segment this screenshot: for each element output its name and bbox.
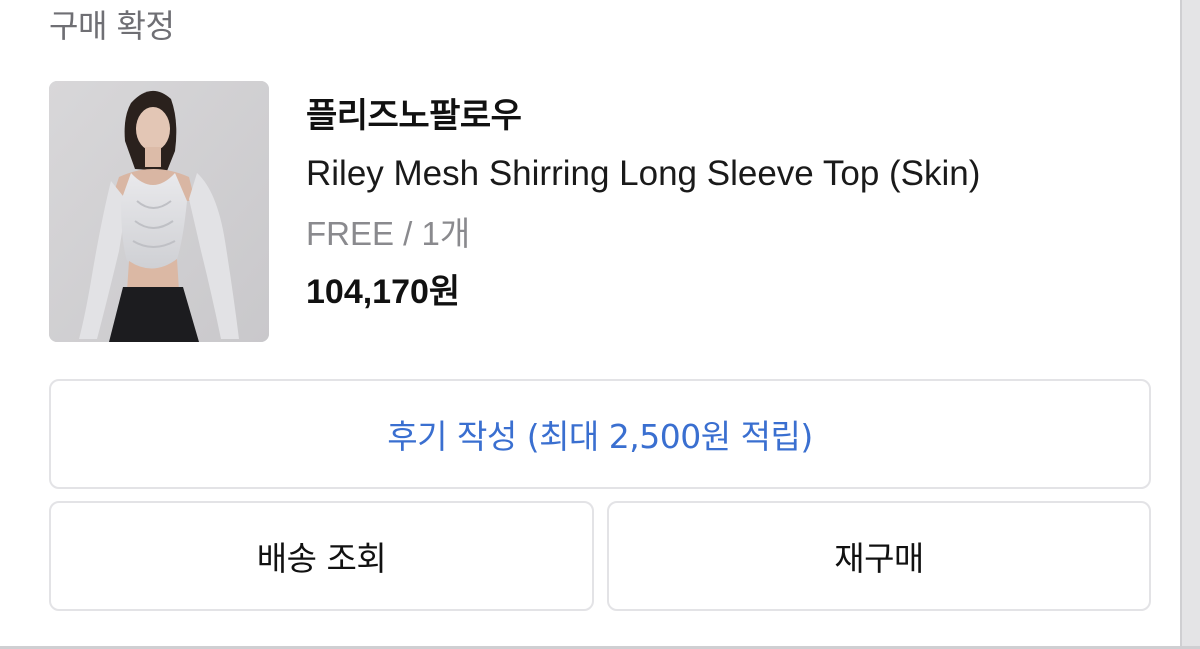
- product-info: 플리즈노팔로우 Riley Mesh Shirring Long Sleeve …: [306, 92, 980, 314]
- order-status-title: 구매 확정: [49, 7, 175, 45]
- product-thumbnail[interactable]: [49, 81, 269, 342]
- rebuy-button[interactable]: 재구매: [607, 501, 1151, 611]
- product-price: 104,170원: [306, 273, 461, 311]
- rebuy-label: 재구매: [834, 539, 924, 578]
- panel-edge: [1182, 0, 1200, 649]
- product-name[interactable]: Riley Mesh Shirring Long Sleeve Top (Ski…: [306, 152, 980, 196]
- product-photo-icon: [49, 81, 269, 342]
- product-option: FREE / 1개: [306, 215, 471, 252]
- track-delivery-button[interactable]: 배송 조회: [49, 501, 594, 611]
- write-review-label: 후기 작성 (최대 2,500원 적립): [387, 417, 813, 456]
- write-review-button[interactable]: 후기 작성 (최대 2,500원 적립): [49, 379, 1151, 489]
- brand-name[interactable]: 플리즈노팔로우: [306, 92, 980, 140]
- track-delivery-label: 배송 조회: [256, 539, 387, 578]
